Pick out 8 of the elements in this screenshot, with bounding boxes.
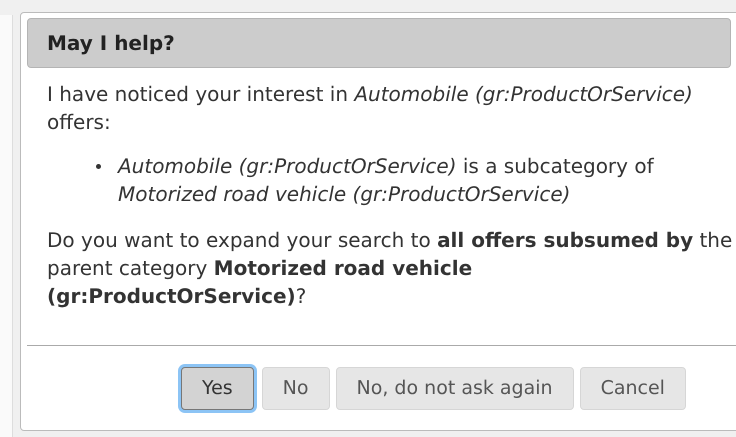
dialog-title: May I help?	[27, 18, 731, 68]
dialog-button[interactable]: No, do not ask again	[336, 366, 574, 410]
dialog-question: Do you want to expand your search to all offers subsumed by the parent category Motorized road vehicle (gr:ProductOrService)?	[47, 227, 734, 310]
dialog-button[interactable]: No	[262, 366, 330, 410]
dialog-message: I have noticed your interest in Automobile (gr:ProductOrService) offers:	[47, 81, 694, 136]
bullet-icon	[96, 164, 101, 169]
list-item: Automobile (gr:ProductOrService) is a subcategory of Motorized road vehicle (gr:ProductOrService)	[118, 153, 655, 208]
dialog-button[interactable]: Cancel	[580, 366, 686, 410]
